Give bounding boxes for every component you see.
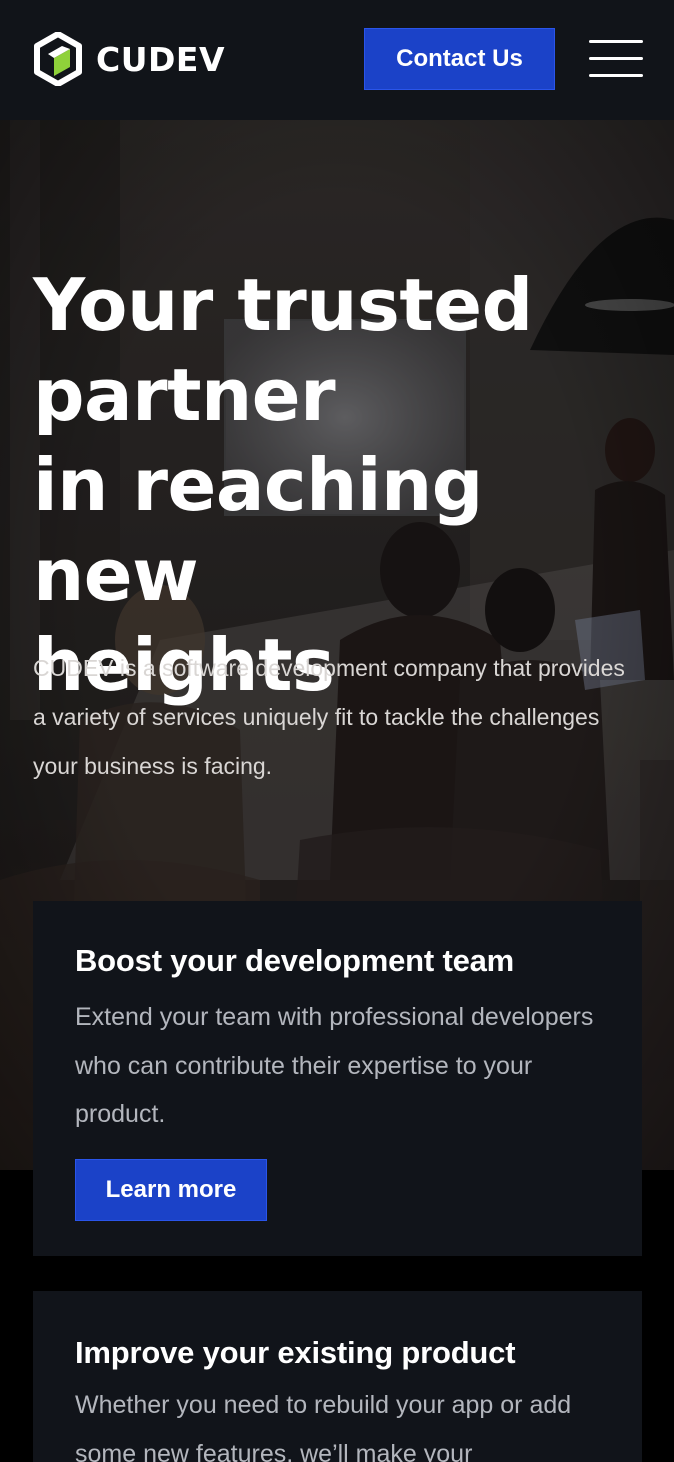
card-title: Boost your development team: [75, 943, 515, 978]
card-description: Extend your team with professional devel…: [75, 1003, 594, 1128]
hero-title-line: Your trusted: [33, 263, 533, 347]
hero-title: Your trusted partner in reaching new hei…: [33, 260, 653, 710]
learn-more-button[interactable]: Learn more: [75, 1159, 267, 1221]
contact-us-button[interactable]: Contact Us: [364, 28, 555, 90]
brand-logo[interactable]: CUDEV: [34, 32, 225, 86]
service-card-improve-product: Improve your existing product Whether yo…: [33, 1291, 642, 1462]
hamburger-menu-icon[interactable]: [589, 40, 643, 78]
service-card-boost-team: Boost your development team Extend your …: [33, 901, 642, 1256]
site-header: CUDEV Contact Us: [0, 0, 674, 120]
cudev-logo-icon: [34, 32, 82, 86]
brand-name: CUDEV: [96, 39, 225, 79]
card-title: Improve your existing product: [75, 1335, 516, 1370]
hero-title-line: partner: [33, 353, 336, 437]
hero-description: CUDEV is a software development company …: [33, 655, 625, 779]
card-description: Whether you need to rebuild your app or …: [75, 1391, 572, 1462]
hero-title-line: in reaching new: [33, 443, 483, 617]
